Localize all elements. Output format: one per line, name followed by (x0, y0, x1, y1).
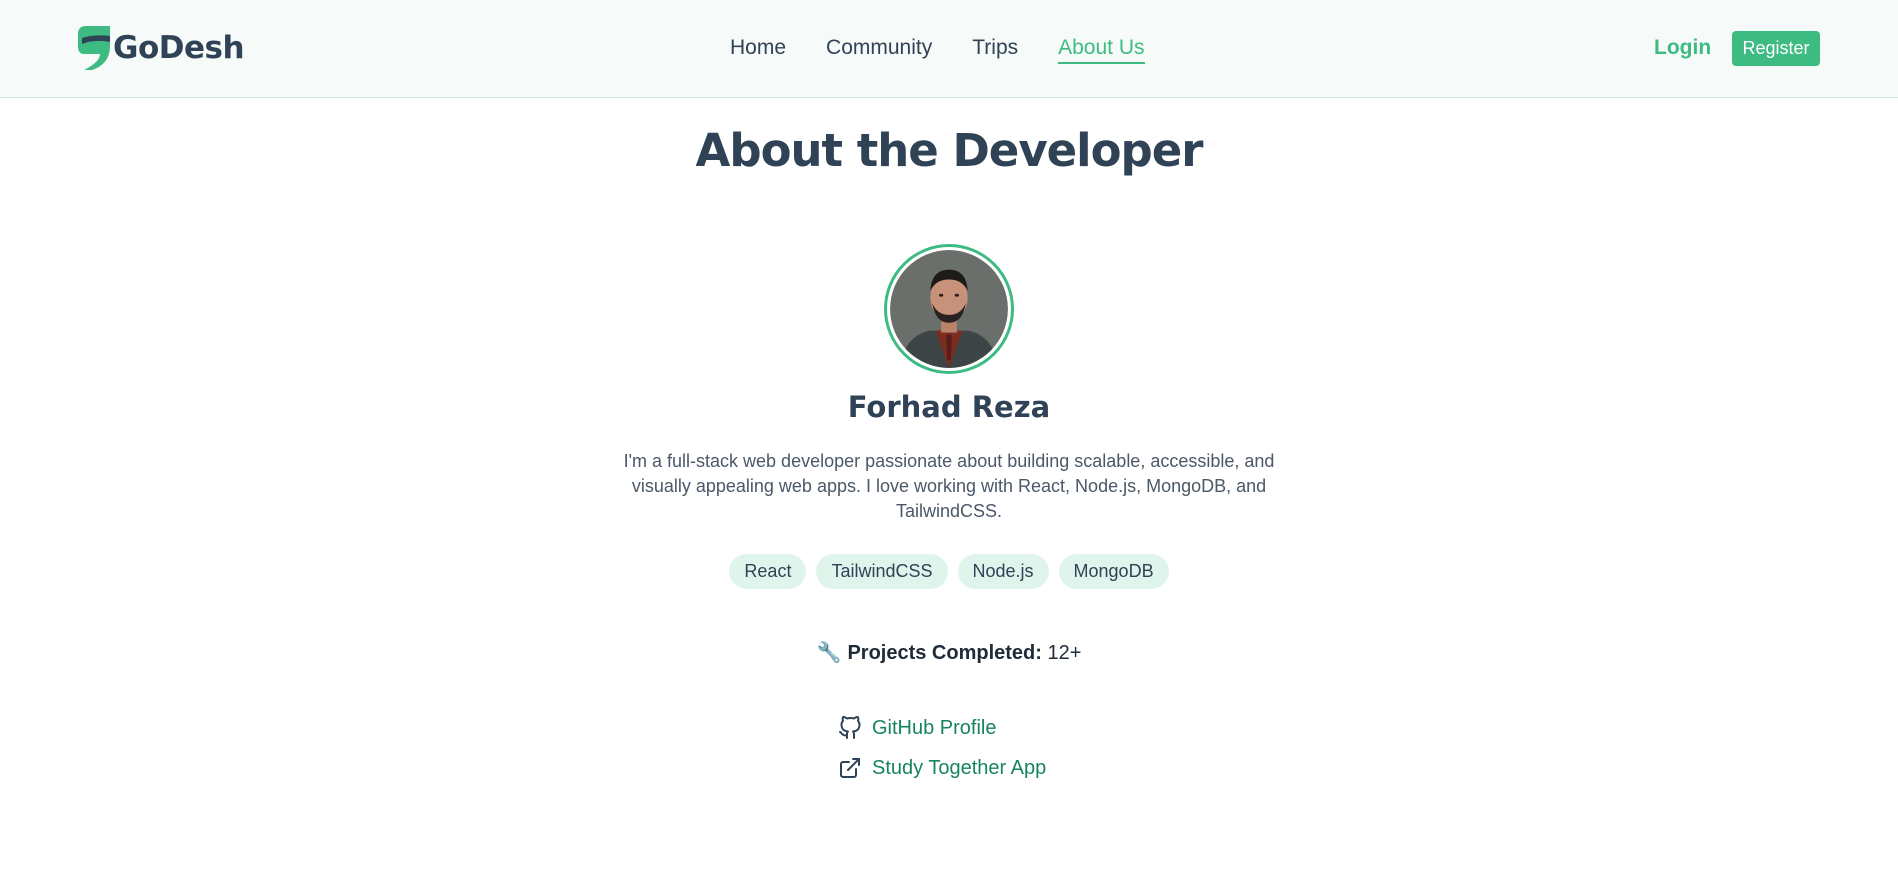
nav-item-trips[interactable]: Trips (972, 34, 1018, 64)
projects-label: Projects Completed: (847, 642, 1042, 664)
wrench-icon: 🔧 (816, 642, 842, 664)
github-profile-link[interactable]: GitHub Profile (838, 708, 1046, 748)
github-profile-label: GitHub Profile (872, 716, 997, 739)
brand-logo-icon (78, 26, 110, 70)
nav-item-home[interactable]: Home (730, 34, 786, 64)
nav-item-community[interactable]: Community (826, 34, 932, 64)
developer-avatar (890, 250, 1008, 368)
developer-links: GitHub Profile Study Together App (838, 708, 1046, 788)
page-title: About the Developer (695, 124, 1204, 177)
top-navbar: GoDesh Home Community Trips About Us Log… (0, 0, 1898, 98)
skill-tag: React (729, 554, 807, 589)
study-together-app-link[interactable]: Study Together App (838, 748, 1046, 788)
study-together-app-label: Study Together App (872, 756, 1047, 779)
developer-bio: I'm a full-stack web developer passionat… (623, 451, 1275, 521)
developer-avatar-frame (884, 244, 1014, 374)
skill-tag: TailwindCSS (816, 554, 948, 589)
login-link[interactable]: Login (1654, 34, 1711, 62)
register-button[interactable]: Register (1732, 31, 1820, 66)
main-nav: Home Community Trips About Us (730, 34, 1185, 64)
skill-tag: MongoDB (1058, 554, 1169, 589)
external-link-icon (840, 758, 860, 778)
projects-value: 12+ (1047, 642, 1082, 664)
brand-link[interactable]: GoDesh (76, 24, 245, 72)
projects-completed: 🔧 Projects Completed: 12+ (0, 640, 1898, 665)
skill-tag: Node.js (957, 554, 1049, 589)
skill-tags: React TailwindCSS Node.js MongoDB (0, 554, 1898, 589)
developer-name: Forhad Reza (847, 390, 1051, 424)
nav-item-about-us[interactable]: About Us (1058, 34, 1145, 64)
brand-name: GoDesh (113, 30, 245, 66)
github-icon (839, 716, 861, 739)
